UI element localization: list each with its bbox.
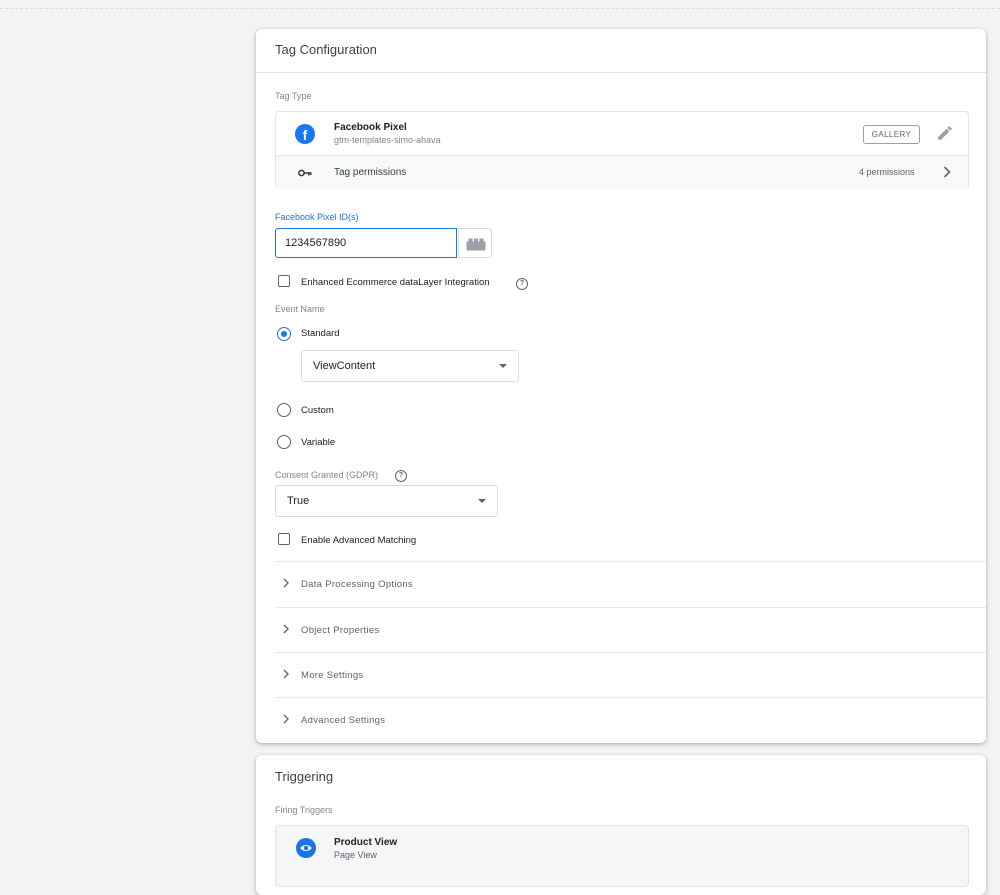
key-icon (298, 169, 312, 177)
section-object-properties[interactable]: Object Properties (275, 607, 986, 653)
section-label: Data Processing Options (301, 579, 413, 590)
consent-label: Consent Granted (GDPR) (275, 470, 379, 480)
tag-type-box: f Facebook Pixel gtm-templates-simo-ahav… (275, 111, 969, 189)
variable-picker-button[interactable] (458, 228, 492, 258)
radio-variable-label: Variable (301, 437, 336, 448)
tag-configuration-card: Tag Configuration Tag Type f Facebook Pi… (256, 29, 986, 743)
consent-value: True (287, 495, 310, 507)
card-title: Triggering (275, 769, 334, 784)
standard-event-value: ViewContent (313, 360, 376, 372)
template-source: gtm-templates-simo-ahava (334, 135, 441, 145)
top-divider (0, 8, 1000, 9)
enhanced-ecommerce-checkbox[interactable] (278, 275, 290, 287)
facebook-icon: f (295, 124, 315, 144)
section-data-processing[interactable]: Data Processing Options (275, 561, 986, 607)
trigger-item[interactable]: Product View Page View (275, 825, 969, 887)
consent-help-icon[interactable]: ? (395, 470, 407, 482)
chevron-right-icon (943, 166, 951, 178)
advanced-matching-checkbox[interactable] (278, 533, 290, 545)
event-name-label: Event Name (275, 304, 325, 314)
tag-permissions-label: Tag permissions (334, 167, 407, 178)
trigger-name: Product View (334, 837, 398, 848)
pixel-id-label: Facebook Pixel ID(s) (275, 212, 359, 222)
radio-custom[interactable] (277, 403, 291, 417)
consent-select[interactable]: True (275, 485, 498, 517)
radio-variable[interactable] (277, 435, 291, 449)
trigger-type: Page View (334, 850, 377, 860)
edit-pencil-icon[interactable] (936, 124, 954, 142)
radio-standard-label: Standard (301, 328, 340, 339)
radio-custom-label: Custom (301, 405, 334, 416)
variable-brick-icon (466, 238, 486, 251)
section-label: Object Properties (301, 625, 380, 636)
firing-triggers-label: Firing Triggers (275, 805, 333, 815)
advanced-matching-label: Enable Advanced Matching (301, 535, 417, 546)
enhanced-ecommerce-label: Enhanced Ecommerce dataLayer Integration (301, 277, 490, 288)
chevron-right-icon (283, 669, 289, 679)
triggering-card: Triggering Firing Triggers Product View … (256, 755, 986, 895)
standard-event-select[interactable]: ViewContent (301, 350, 519, 382)
help-icon[interactable]: ? (516, 278, 528, 290)
section-more-settings[interactable]: More Settings (275, 652, 986, 698)
permissions-count: 4 permissions (859, 167, 915, 177)
gallery-button[interactable]: GALLERY (863, 125, 920, 144)
template-name: Facebook Pixel (334, 122, 407, 133)
card-title: Tag Configuration (256, 29, 986, 73)
section-label: Advanced Settings (301, 715, 386, 726)
tag-permissions-row[interactable]: Tag permissions 4 permissions (276, 155, 968, 189)
radio-standard[interactable] (277, 327, 291, 341)
tag-type-label: Tag Type (275, 91, 312, 101)
page-view-eye-icon (300, 845, 312, 851)
chevron-right-icon (283, 714, 289, 724)
section-advanced-settings[interactable]: Advanced Settings (275, 697, 986, 743)
chevron-right-icon (283, 624, 289, 634)
dropdown-caret-icon (478, 499, 486, 503)
dropdown-caret-icon (499, 364, 507, 368)
pixel-id-input[interactable] (275, 228, 457, 258)
section-label: More Settings (301, 670, 364, 681)
chevron-right-icon (283, 578, 289, 588)
tag-type-row[interactable]: f Facebook Pixel gtm-templates-simo-ahav… (276, 112, 968, 155)
eye-icon (296, 838, 316, 858)
